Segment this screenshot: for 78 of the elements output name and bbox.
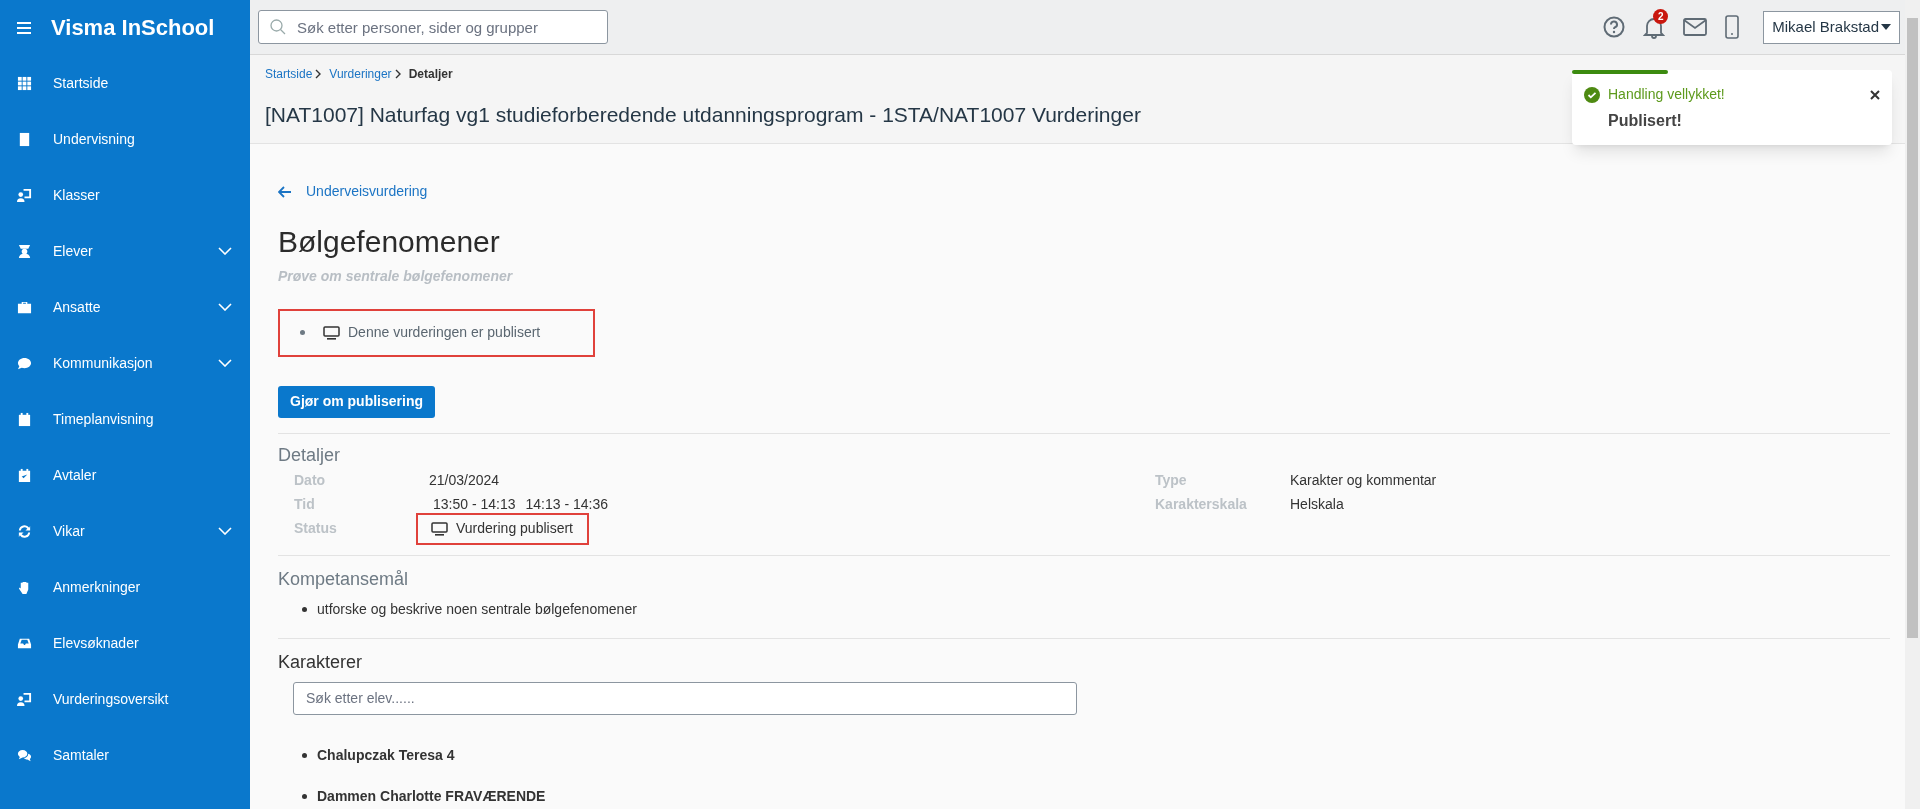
time-range: 14:13 - 14:36 [525, 495, 609, 514]
help-icon[interactable] [1603, 16, 1626, 38]
sidebar-item[interactable]: Undervisning [0, 111, 250, 167]
arrow-left-icon [278, 185, 292, 198]
grid-icon [17, 75, 32, 91]
back-link[interactable]: Underveisvurdering [278, 181, 428, 202]
sidebar-item[interactable]: Ansatte [0, 279, 250, 335]
chevron-down-icon[interactable] [218, 303, 232, 311]
monitor-icon [323, 325, 340, 340]
detail-value: 21/03/2024 [429, 471, 500, 490]
breadcrumb-link[interactable]: Vurderinger [329, 65, 392, 83]
page-title: [NAT1007] Naturfag vg1 studieforberedende utdanningsprogram - 1STA/NAT1007 Vurderinger [265, 102, 1141, 128]
calendar-check-icon [17, 467, 32, 483]
detail-label: Type [1155, 471, 1188, 490]
student-search-field[interactable]: Søk etter elev...... [293, 681, 1077, 715]
subtitle: Prøve om sentrale bølgefenomener [278, 266, 514, 286]
calendar-icon [17, 411, 32, 427]
sidebar-item[interactable]: Elevsøknader [0, 615, 250, 671]
student-grade: Chalupczak Teresa 4 [317, 745, 455, 765]
competence-goal: utforske og beskrive noen sentrale bølgefenomener [317, 599, 637, 619]
sidebar-item[interactable]: Kommunikasjon [0, 335, 250, 391]
section-title: Karakterer [278, 650, 364, 674]
breadcrumb-current: Detaljer [408, 66, 453, 83]
caret-down-icon [1881, 24, 1891, 30]
detail-label: Status [294, 519, 338, 538]
notification-badge: 2 [1653, 9, 1669, 24]
detail-label: Karakterskala [1155, 495, 1248, 514]
section-title: Kompetansemål [278, 567, 410, 591]
sidebar-item[interactable]: Timeplanvisning [0, 391, 250, 447]
sync-icon [17, 523, 32, 539]
search-field[interactable]: Søk etter personer, sider og grupper [258, 10, 608, 44]
presentation-board-icon [17, 187, 32, 203]
briefcase-icon [17, 299, 32, 315]
user-menu-button[interactable]: Mikael Brakstad [1763, 10, 1900, 44]
sidebar-item[interactable]: Startside [0, 55, 250, 111]
close-icon[interactable] [1870, 89, 1880, 100]
sidebar-item[interactable]: Anmerkninger [0, 559, 250, 615]
chat-bubbles-icon [17, 747, 32, 763]
bullet [302, 793, 307, 799]
section-title: Detaljer [278, 443, 342, 467]
book-icon [17, 131, 32, 147]
chevron-right-icon [394, 69, 402, 79]
monitor-icon [431, 521, 448, 536]
sidebar-item[interactable]: Vurderingsoversikt [0, 671, 250, 727]
detail-value: Helskala [1290, 495, 1344, 514]
phone-icon[interactable] [1725, 15, 1740, 39]
sidebar-item[interactable]: Samtaler [0, 727, 250, 783]
detail-value: Karakter og kommentar [1290, 471, 1437, 490]
presentation-board-icon [17, 691, 32, 707]
toast-message: Publisert! [1607, 111, 1683, 131]
toast-title: Handling vellykket! [1608, 85, 1725, 104]
sidebar-item[interactable]: Klasser [0, 167, 250, 223]
detail-value: Vurdering publisert [456, 519, 573, 538]
sidebar-item[interactable]: Avtaler [0, 447, 250, 503]
mail-icon[interactable] [1683, 18, 1708, 36]
time-range: 13:50 - 14:13 [433, 495, 516, 514]
bullet [300, 330, 305, 335]
publish-button[interactable]: Gjør om publisering [278, 385, 435, 418]
publish-status-text: Denne vurderingen er publisert [348, 323, 541, 342]
chat-bubble-icon [17, 355, 32, 371]
chevron-down-icon[interactable] [218, 247, 232, 255]
bullet [302, 752, 307, 758]
scrollbar-thumb[interactable] [1907, 18, 1918, 638]
menu-icon[interactable] [17, 21, 31, 34]
breadcrumb-link[interactable]: Startside [265, 65, 313, 83]
check-circle-icon [1584, 86, 1600, 103]
chevron-down-icon[interactable] [218, 527, 232, 535]
heading: Bølgefenomener [278, 223, 501, 260]
sidebar-item[interactable]: Elever [0, 223, 250, 279]
chevron-down-icon[interactable] [218, 359, 232, 367]
app-title: Visma InSchool [51, 14, 215, 42]
student-grade: Dammen Charlotte FRAVÆRENDE [317, 786, 546, 806]
sidebar-item[interactable]: Vikar [0, 503, 250, 559]
detail-label: Dato [294, 471, 327, 490]
bullet [302, 606, 307, 612]
search-icon [270, 19, 286, 35]
chevron-right-icon [315, 69, 323, 79]
detail-label: Tid [294, 495, 316, 514]
